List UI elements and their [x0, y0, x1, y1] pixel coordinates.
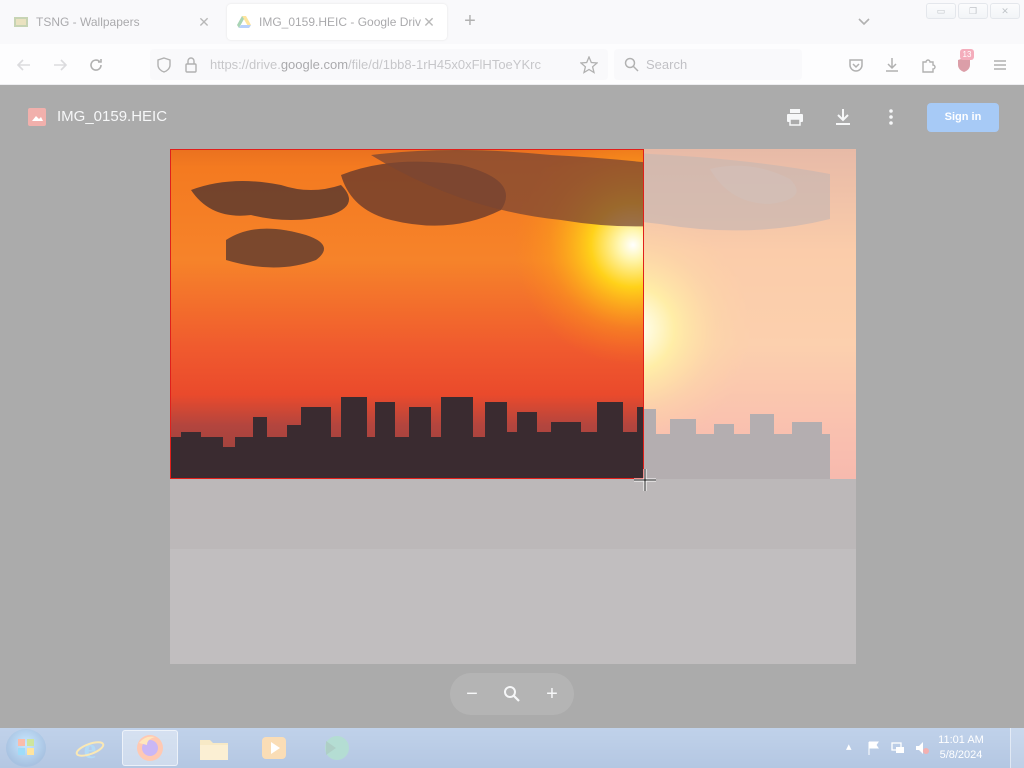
taskbar-file-explorer[interactable] — [186, 730, 242, 766]
more-actions-button[interactable] — [877, 103, 905, 131]
google-drive-favicon-icon — [237, 16, 251, 28]
image-file-icon — [28, 108, 46, 126]
clock-time: 11:01 AM — [938, 734, 984, 746]
file-title: IMG_0159.HEIC — [57, 108, 168, 125]
url-bar[interactable]: https://drive.google.com/file/d/1bb8-1rH… — [150, 49, 608, 80]
search-input[interactable]: Search — [646, 57, 687, 72]
selected-photo-region — [171, 150, 643, 478]
start-button[interactable] — [6, 729, 46, 767]
url-path: /file/d/1bb8-1rH45x0xFlHToeYKrc — [348, 57, 541, 72]
arrow-left-icon — [16, 59, 30, 71]
bookmark-star-icon[interactable] — [580, 56, 598, 74]
zoom-controls: − + — [450, 673, 574, 715]
volume-muted-icon[interactable] — [914, 740, 930, 756]
puzzle-icon — [922, 59, 936, 73]
minimize-button[interactable]: ▭ — [926, 3, 956, 19]
windows-taskbar: e ▴ 11:01 AM 5/8/2024 — [0, 728, 1024, 768]
app-menu-button[interactable] — [987, 52, 1013, 78]
download-icon — [836, 109, 850, 125]
reload-icon — [90, 59, 102, 71]
search-icon — [624, 57, 639, 72]
zoom-in-button[interactable]: + — [538, 680, 566, 708]
app-icon — [325, 736, 349, 760]
taskbar-internet-explorer[interactable]: e — [62, 730, 118, 766]
taskbar-generic-app[interactable] — [308, 730, 364, 766]
url-text[interactable]: https://drive.google.com/file/d/1bb8-1rH… — [210, 57, 566, 72]
sign-in-button[interactable]: Sign in — [927, 103, 999, 132]
tab-close-button[interactable]: ✕ — [421, 14, 437, 30]
tab-google-drive[interactable]: IMG_0159.HEIC - Google Drive ✕ — [227, 4, 447, 40]
network-icon[interactable] — [890, 740, 906, 756]
download-file-button[interactable] — [829, 103, 857, 131]
firefox-icon — [137, 735, 163, 761]
magnifier-icon — [504, 686, 520, 702]
action-center-flag-icon[interactable] — [866, 740, 882, 756]
hamburger-menu-icon — [994, 60, 1006, 70]
more-vert-icon — [889, 109, 893, 125]
new-tab-button[interactable]: + — [458, 10, 482, 34]
navigation-toolbar: https://drive.google.com/file/d/1bb8-1rH… — [0, 44, 1024, 85]
tab-tsng-wallpapers[interactable]: TSNG - Wallpapers ✕ — [4, 4, 222, 40]
tab-title: TSNG - Wallpapers — [36, 15, 140, 29]
url-host: google.com — [280, 57, 349, 72]
pocket-button[interactable] — [843, 52, 869, 78]
tab-close-button[interactable]: ✕ — [196, 14, 212, 30]
chevron-down-icon — [858, 18, 870, 26]
zoom-reset-button[interactable] — [498, 680, 526, 708]
search-bar[interactable]: Search — [614, 49, 802, 80]
internet-explorer-icon: e — [75, 734, 105, 763]
lock-icon[interactable] — [184, 57, 198, 73]
taskbar-media-player[interactable] — [246, 730, 302, 766]
wallpaper-favicon-icon — [14, 17, 28, 27]
system-clock[interactable]: 11:01 AM 5/8/2024 — [930, 733, 992, 763]
taskbar-firefox[interactable] — [122, 730, 178, 766]
media-player-icon — [262, 737, 286, 759]
capture-selection-rectangle[interactable] — [170, 149, 644, 479]
downloads-button[interactable] — [879, 52, 905, 78]
list-all-tabs-button[interactable] — [852, 10, 876, 34]
crosshair-cursor-icon — [634, 469, 656, 491]
arrow-right-icon — [54, 59, 68, 71]
shield-icon[interactable] — [156, 57, 172, 73]
print-icon — [787, 109, 803, 126]
extension-badge: 13 — [960, 49, 974, 60]
close-window-button[interactable]: ✕ — [990, 3, 1020, 19]
tab-title: IMG_0159.HEIC - Google Drive — [259, 15, 421, 29]
back-button[interactable] — [11, 52, 37, 78]
svg-text:e: e — [84, 734, 96, 763]
windows-logo-icon — [18, 739, 34, 755]
extensions-button[interactable] — [915, 52, 941, 78]
tab-strip: TSNG - Wallpapers ✕ IMG_0159.HEIC - Goog… — [0, 0, 1024, 44]
zoom-out-button[interactable]: − — [458, 680, 486, 708]
clock-date: 5/8/2024 — [939, 749, 983, 761]
pocket-icon — [849, 59, 863, 72]
show-hidden-icons-icon[interactable]: ▴ — [846, 740, 852, 753]
print-button[interactable] — [781, 103, 809, 131]
folder-icon — [200, 740, 228, 760]
show-desktop-button[interactable] — [1010, 728, 1024, 768]
download-icon — [886, 58, 898, 72]
reload-button[interactable] — [83, 52, 109, 78]
url-prefix: https://drive. — [210, 57, 281, 72]
forward-button[interactable] — [47, 52, 73, 78]
restore-button[interactable]: ❐ — [958, 3, 988, 19]
viewer-header: IMG_0159.HEIC Sign in — [0, 85, 1024, 147]
